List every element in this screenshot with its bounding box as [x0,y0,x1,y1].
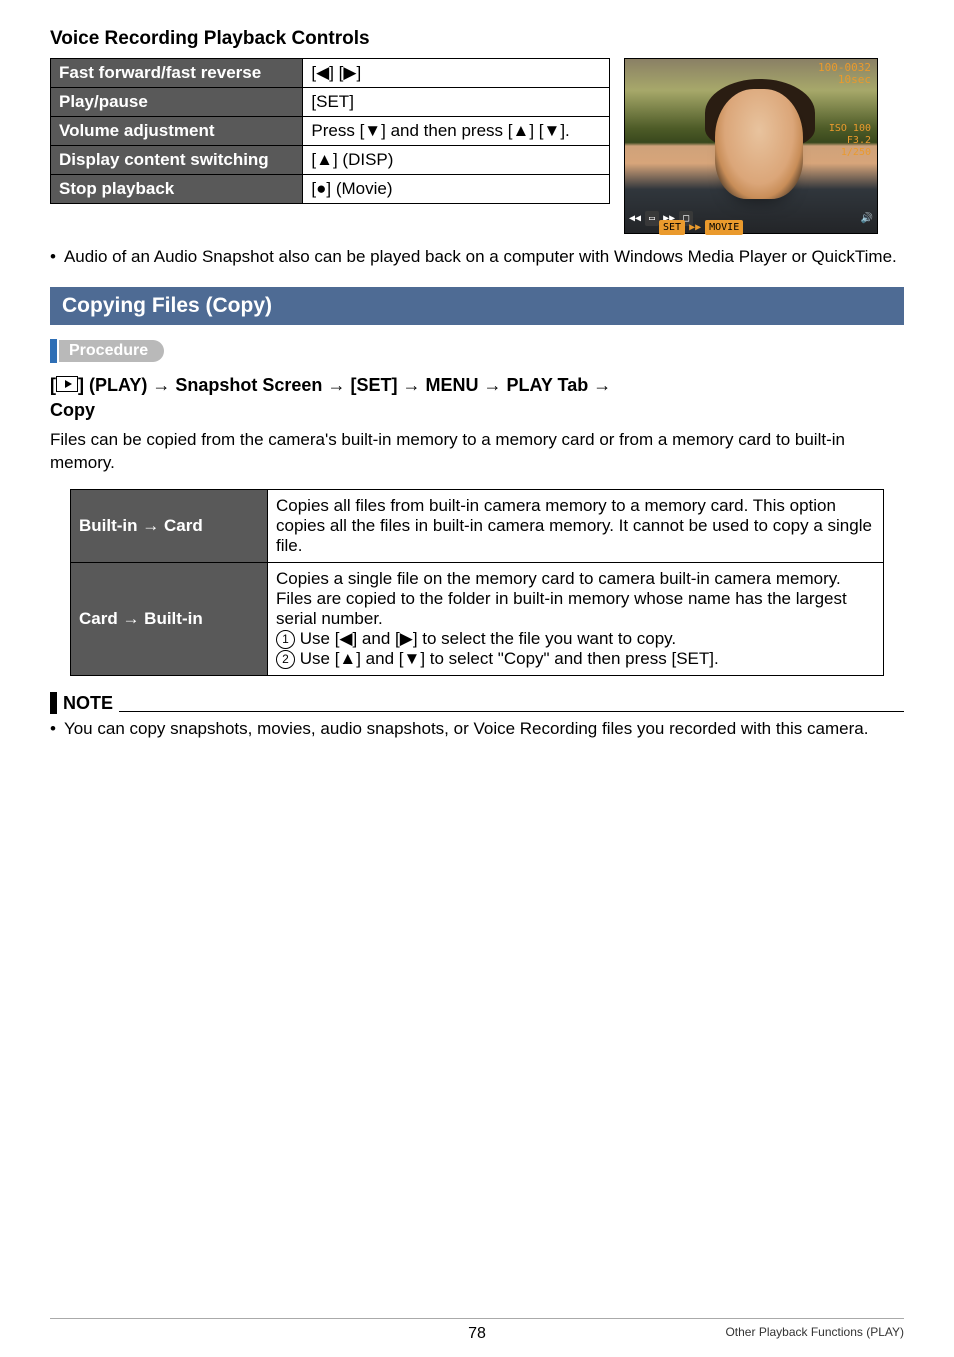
arrow-icon: → [152,375,175,395]
table-row: Fast forward/fast reverse [◀] [▶] [51,59,610,88]
path-step: Copy [50,400,95,420]
section-title: Copying Files (Copy) [50,287,904,325]
battery-icon: ▭ [645,211,659,226]
arrow-icon: → [593,375,611,395]
path-step: MENU [425,375,478,395]
footer-section: Other Playback Functions (PLAY) [725,1325,904,1339]
photo-fstop: F3.2 [829,135,871,147]
menu-path: [] (PLAY) → Snapshot Screen → [SET] → ME… [50,373,904,423]
sound-icon: 🔊 [861,213,873,224]
copy-row-text: Copies a single file on the memory card … [268,563,884,676]
photo-time: 10sec [818,74,871,86]
procedure-accent [50,339,57,363]
path-play: ] (PLAY) [78,375,147,395]
note-heading: NOTE [63,693,113,714]
bullet-dot: • [50,246,56,269]
set-badge: SET [659,220,685,235]
table-row: Built-in → Card Copies all files from bu… [71,490,884,563]
copy-row-label: Built-in → Card [71,490,268,563]
step-number-icon: 2 [276,650,295,669]
arrow-icon: → [402,375,425,395]
ctl-value: [SET] [303,88,610,117]
copy-step-text: Use [▲] and [▼] to select "Copy" and the… [300,649,719,668]
copy-table: Built-in → Card Copies all files from bu… [70,489,884,676]
heading-voice-controls: Voice Recording Playback Controls [50,28,904,50]
copy-step-text: Use [◀] and [▶] to select the file you w… [300,629,676,648]
path-step: PLAY Tab [507,375,589,395]
table-row: Play/pause [SET] [51,88,610,117]
table-row: Volume adjustment Press [▼] and then pre… [51,117,610,146]
bullet-dot: • [50,718,56,741]
ctl-value: [●] (Movie) [303,175,610,204]
ctl-label: Stop playback [51,175,303,204]
photo-iso: ISO 100 [829,123,871,135]
ctl-label: Display content switching [51,146,303,175]
controls-table: Fast forward/fast reverse [◀] [▶] Play/p… [50,58,610,204]
arrow-icon: → [327,375,350,395]
photo-shutter: 1/250 [829,147,871,159]
table-row: Display content switching [▲] (DISP) [51,146,610,175]
ctl-label: Fast forward/fast reverse [51,59,303,88]
example-photo: 100-0032 10sec ISO 100 F3.2 1/250 ◀◀ ▭ ▶… [624,58,878,234]
nav-icon: ▶▶ [689,222,701,233]
table-row: Stop playback [●] (Movie) [51,175,610,204]
page-number: 78 [468,1325,486,1343]
arrow-icon: → [484,375,507,395]
procedure-label: Procedure [59,340,164,362]
ctl-label: Play/pause [51,88,303,117]
ctl-value: [◀] [▶] [303,59,610,88]
path-step: [SET] [350,375,397,395]
ctl-value: Press [▼] and then press [▲] [▼]. [303,117,610,146]
audio-note-text: Audio of an Audio Snapshot also can be p… [64,246,897,269]
note-accent [50,692,57,714]
movie-badge: MOVIE [705,220,743,235]
path-step: Snapshot Screen [175,375,322,395]
ctl-value: [▲] (DISP) [303,146,610,175]
page-footer: 78 Other Playback Functions (PLAY) [50,1318,904,1339]
note-bullet-text: You can copy snapshots, movies, audio sn… [64,718,868,741]
table-row: Card → Built-in Copies a single file on … [71,563,884,676]
rewind-icon: ◀◀ [629,213,641,224]
note-rule [119,710,904,712]
copy-row-label: Card → Built-in [71,563,268,676]
play-icon [56,376,78,392]
step-number-icon: 1 [276,630,295,649]
ctl-label: Volume adjustment [51,117,303,146]
photo-figure-face [715,89,803,199]
copy-intro: Files can be copied from the camera's bu… [50,429,904,475]
copy-row-desc: Copies a single file on the memory card … [276,569,847,628]
copy-row-text: Copies all files from built-in camera me… [268,490,884,563]
